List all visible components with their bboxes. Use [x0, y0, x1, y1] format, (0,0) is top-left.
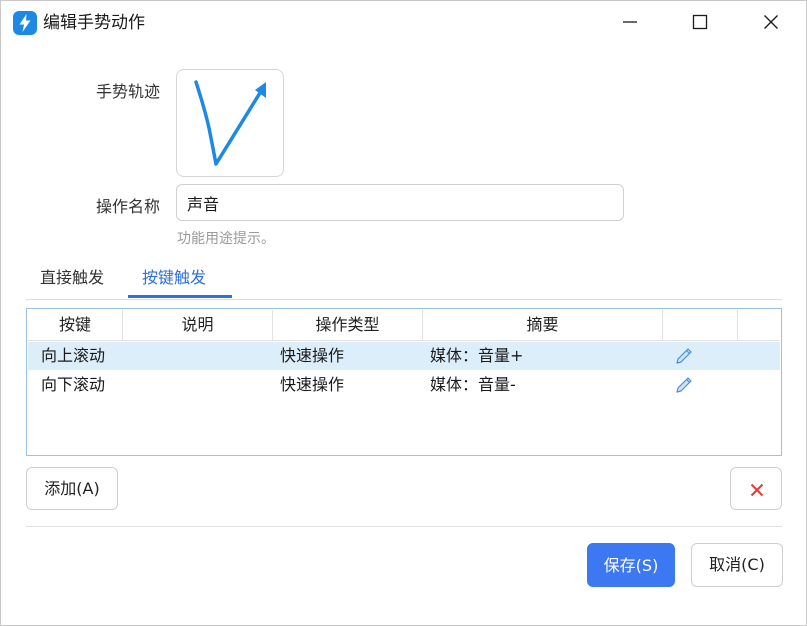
maximize-icon [692, 14, 708, 30]
gesture-trajectory-label: 手势轨迹 [96, 82, 161, 101]
window-title: 编辑手势动作 [43, 13, 145, 33]
edit-gesture-dialog: 编辑手势动作 手势轨迹 操作名称 功能用途提示。 直接触发 按键触发 [0, 0, 807, 626]
cell-operation-type: 快速操作 [280, 375, 345, 394]
tab-direct-trigger[interactable]: 直接触发 [26, 267, 118, 297]
pencil-icon[interactable] [674, 375, 694, 395]
delete-button[interactable] [730, 467, 782, 510]
close-icon [764, 15, 778, 29]
cell-operation-type: 快速操作 [280, 346, 345, 365]
add-button[interactable]: 添加(A) [26, 467, 118, 510]
title-bar: 编辑手势动作 [1, 1, 806, 45]
cell-summary: 媒体：音量- [430, 375, 516, 394]
cell-key: 向下滚动 [41, 375, 106, 394]
table-header: 按键 说明 操作类型 摘要 [28, 310, 780, 341]
column-header-edit [663, 310, 738, 340]
maximize-button[interactable] [665, 1, 735, 45]
operation-name-input[interactable] [176, 184, 624, 221]
footer-divider [26, 526, 782, 527]
column-header-description[interactable]: 说明 [123, 310, 273, 340]
delete-x-icon [750, 483, 764, 497]
table-row[interactable]: 向下滚动 快速操作 媒体：音量- [28, 371, 780, 399]
cancel-button[interactable]: 取消(C) [691, 543, 783, 587]
trigger-tabs: 直接触发 按键触发 [26, 263, 782, 300]
key-trigger-table: 按键 说明 操作类型 摘要 向上滚动 快速操作 媒体：音量+ 向下滚动 快速操作… [26, 308, 782, 456]
gesture-stroke-icon [194, 80, 266, 166]
tab-key-trigger[interactable]: 按键触发 [128, 267, 220, 297]
minimize-icon [623, 21, 637, 23]
app-lightning-icon [13, 11, 37, 35]
pencil-icon[interactable] [674, 346, 694, 366]
column-header-extra [738, 310, 780, 340]
minimize-button[interactable] [595, 1, 665, 45]
column-header-operation-type[interactable]: 操作类型 [273, 310, 423, 340]
active-tab-indicator [128, 295, 232, 298]
cell-key: 向上滚动 [41, 346, 106, 365]
cell-summary: 媒体：音量+ [430, 346, 524, 365]
column-header-key[interactable]: 按键 [28, 310, 123, 340]
close-button[interactable] [736, 1, 806, 45]
purpose-hint: 功能用途提示。 [177, 231, 275, 247]
table-row[interactable]: 向上滚动 快速操作 媒体：音量+ [28, 342, 780, 370]
gesture-trajectory-preview[interactable] [176, 69, 284, 177]
operation-name-label: 操作名称 [96, 197, 161, 216]
save-button[interactable]: 保存(S) [587, 543, 675, 587]
column-header-summary[interactable]: 摘要 [423, 310, 663, 340]
